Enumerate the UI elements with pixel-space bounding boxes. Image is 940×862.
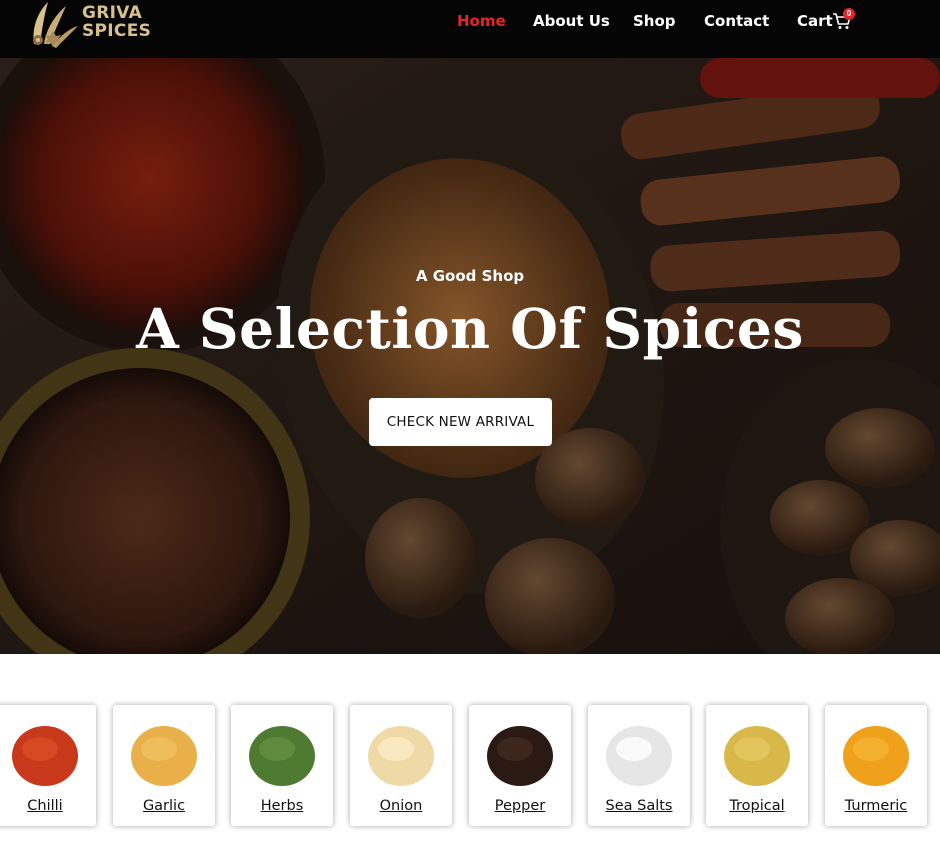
site-header: GRIVA SPICES Home About Us Shop Contact … <box>0 0 940 58</box>
category-label: Herbs <box>260 798 304 814</box>
category-label: Tropical <box>729 798 785 814</box>
category-tile-turmeric[interactable]: Turmeric <box>825 705 927 826</box>
turmeric-powder-icon <box>843 726 909 786</box>
category-label: Pepper <box>494 798 546 814</box>
category-tile-onion[interactable]: Onion <box>350 705 452 826</box>
sea-salt-icon <box>606 726 672 786</box>
category-tile-garlic[interactable]: Garlic <box>113 705 215 826</box>
category-label: Sea Salts <box>605 798 673 814</box>
hero-title: A Selection Of Spices <box>136 296 804 361</box>
logo-text: GRIVA SPICES <box>82 4 151 40</box>
check-new-arrival-button[interactable]: CHECK NEW ARRIVAL <box>369 398 552 446</box>
cart-count-badge: 0 <box>843 8 855 20</box>
garlic-powder-icon <box>131 726 197 786</box>
nav-home[interactable]: Home <box>457 12 506 32</box>
griva-spices-logo[interactable]: GRIVA SPICES <box>26 0 156 52</box>
spice-leaf-logo-icon <box>33 2 78 48</box>
hero-banner: A Good Shop A Selection Of Spices CHECK … <box>0 58 940 654</box>
nav-about-us[interactable]: About Us <box>533 12 610 32</box>
nav-contact[interactable]: Contact <box>704 12 769 32</box>
nav-shop[interactable]: Shop <box>633 12 676 32</box>
category-tile-herbs[interactable]: Herbs <box>231 705 333 826</box>
category-tile-sea-salts[interactable]: Sea Salts <box>588 705 690 826</box>
category-label: Onion <box>379 798 423 814</box>
logo-line1: GRIVA <box>82 3 143 23</box>
peppercorns-icon <box>487 726 553 786</box>
herbs-icon <box>249 726 315 786</box>
nav-cart[interactable]: Cart <box>797 12 833 32</box>
logo-line2: SPICES <box>82 21 152 41</box>
category-tile-pepper[interactable]: Pepper <box>469 705 571 826</box>
chilli-powder-icon <box>12 726 78 786</box>
category-tile-tropical[interactable]: Tropical <box>706 705 808 826</box>
hero-eyebrow: A Good Shop <box>415 267 525 285</box>
category-label: Turmeric <box>844 798 908 814</box>
category-tile-chilli[interactable]: Chilli <box>0 705 96 826</box>
tropical-spice-icon <box>724 726 790 786</box>
category-label: Garlic <box>142 798 186 814</box>
category-label: Chilli <box>27 798 63 814</box>
onion-flakes-icon <box>368 726 434 786</box>
